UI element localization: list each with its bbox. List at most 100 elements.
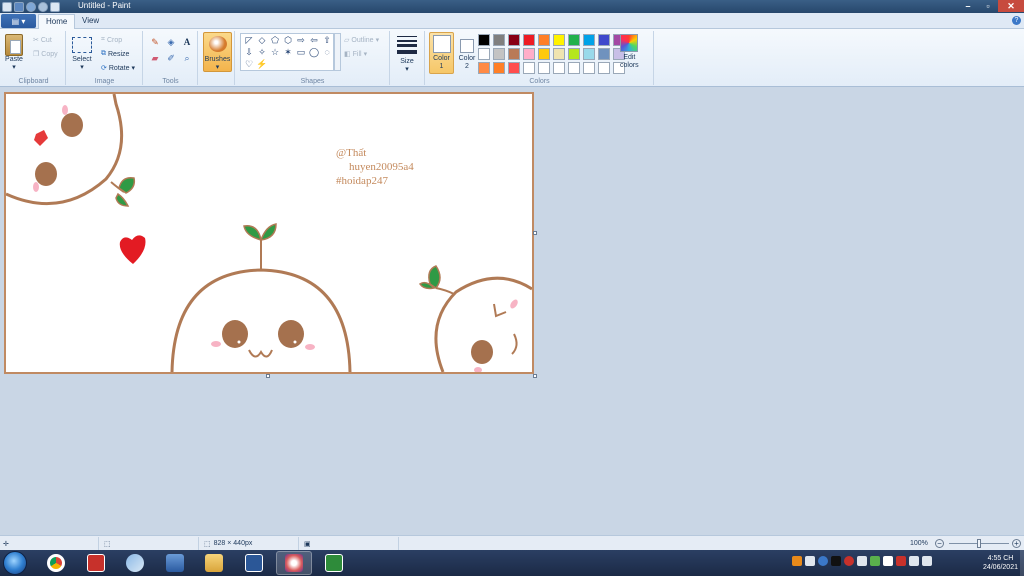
save-icon[interactable] xyxy=(14,1,24,12)
customize-toolbar-icon[interactable] xyxy=(50,1,60,12)
maximize-button[interactable]: ▫ xyxy=(978,0,998,12)
taskbar-app-8[interactable] xyxy=(316,551,352,575)
taskbar-app-2[interactable] xyxy=(78,551,114,575)
palette-swatch[interactable] xyxy=(538,48,550,60)
palette-swatch[interactable] xyxy=(493,34,505,46)
taskbar-app-4[interactable] xyxy=(157,551,193,575)
outline-button[interactable]: ▱ Outline ▾ xyxy=(344,36,379,45)
shape-option[interactable]: ◯ xyxy=(308,47,320,58)
close-button[interactable]: ✕ xyxy=(998,0,1024,12)
shapes-scrollbar[interactable] xyxy=(334,33,341,71)
fill-button[interactable]: ◧ Fill ▾ xyxy=(344,50,367,59)
undo-icon[interactable] xyxy=(26,1,36,12)
palette-swatch[interactable] xyxy=(568,48,580,60)
canvas-workspace[interactable]: @Thất huyen20095a4 #hoidap247 xyxy=(0,88,1024,534)
paint-app-icon[interactable] xyxy=(2,1,12,12)
palette-swatch[interactable] xyxy=(538,62,550,74)
tray-icon[interactable] xyxy=(805,556,815,566)
resize-handle-bottom[interactable] xyxy=(266,374,270,378)
redo-icon[interactable] xyxy=(38,1,48,12)
help-icon[interactable]: ? xyxy=(1012,16,1021,25)
volume-icon[interactable] xyxy=(922,556,932,566)
shape-option[interactable]: ⬠ xyxy=(269,35,281,46)
signal-icon[interactable] xyxy=(909,556,919,566)
palette-swatch[interactable] xyxy=(553,34,565,46)
palette-swatch[interactable] xyxy=(508,62,520,74)
palette-swatch[interactable] xyxy=(523,62,535,74)
shape-option[interactable]: ▭ xyxy=(295,47,307,58)
palette-swatch[interactable] xyxy=(598,34,610,46)
palette-swatch[interactable] xyxy=(598,62,610,74)
palette-swatch[interactable] xyxy=(508,48,520,60)
fill-bucket-icon[interactable]: ◈ xyxy=(165,36,177,48)
palette-swatch[interactable] xyxy=(508,34,520,46)
crop-button[interactable]: ⌗ Crop xyxy=(101,36,122,44)
color1-selector[interactable]: Color 1 xyxy=(429,32,454,74)
taskbar-word[interactable] xyxy=(236,551,272,575)
shape-option[interactable]: ⇨ xyxy=(295,35,307,46)
shape-option[interactable]: ⬡ xyxy=(282,35,294,46)
shape-option[interactable]: ◸ xyxy=(243,35,255,46)
palette-swatch[interactable] xyxy=(598,48,610,60)
drawing-canvas[interactable]: @Thất huyen20095a4 #hoidap247 xyxy=(4,92,534,374)
taskbar-explorer[interactable] xyxy=(196,551,232,575)
tab-home[interactable]: Home xyxy=(38,14,76,29)
rotate-button[interactable]: ⟳ Rotate ▾ xyxy=(101,64,135,73)
tray-icon[interactable] xyxy=(870,556,880,566)
size-button[interactable]: Size ▾ xyxy=(397,31,417,73)
edit-colors-button[interactable]: Edit colors xyxy=(620,34,639,70)
color-picker-icon[interactable]: ✐ xyxy=(165,52,177,64)
palette-swatch[interactable] xyxy=(568,34,580,46)
zoom-slider-thumb[interactable] xyxy=(977,539,981,548)
select-button[interactable]: Select ▾ xyxy=(72,34,92,71)
shape-option[interactable]: ✶ xyxy=(282,47,294,58)
palette-swatch[interactable] xyxy=(568,62,580,74)
palette-swatch[interactable] xyxy=(538,34,550,46)
tray-icon[interactable] xyxy=(792,556,802,566)
show-desktop-button[interactable] xyxy=(1020,550,1024,576)
eraser-icon[interactable]: ▰ xyxy=(149,52,161,64)
palette-swatch[interactable] xyxy=(493,62,505,74)
palette-swatch[interactable] xyxy=(553,62,565,74)
shape-option[interactable]: ♡ xyxy=(243,59,255,70)
cut-button[interactable]: ✂ Cut xyxy=(33,36,52,45)
pencil-icon[interactable]: ✎ xyxy=(149,36,161,48)
palette-swatch[interactable] xyxy=(553,48,565,60)
magnifier-icon[interactable]: ⌕ xyxy=(181,52,193,64)
copy-button[interactable]: ❐ Copy xyxy=(33,50,58,59)
file-menu-button[interactable]: ▤ ▾ xyxy=(1,14,36,28)
palette-swatch[interactable] xyxy=(583,34,595,46)
shape-option[interactable]: ✧ xyxy=(256,47,268,58)
tray-icon[interactable] xyxy=(844,556,854,566)
palette-swatch[interactable] xyxy=(523,34,535,46)
tray-icon[interactable] xyxy=(896,556,906,566)
shape-option[interactable]: ⇩ xyxy=(243,47,255,58)
palette-swatch[interactable] xyxy=(523,48,535,60)
shape-option[interactable]: ◇ xyxy=(256,35,268,46)
shape-option[interactable]: ⚡ xyxy=(256,59,268,70)
resize-handle-right[interactable] xyxy=(533,231,537,235)
resize-handle-corner[interactable] xyxy=(533,374,537,378)
paste-button[interactable]: Paste ▾ xyxy=(5,34,23,71)
resize-button[interactable]: ⧉ Resize xyxy=(101,50,129,58)
tray-icon[interactable] xyxy=(818,556,828,566)
taskbar-paint[interactable] xyxy=(276,551,312,575)
palette-swatch[interactable] xyxy=(478,48,490,60)
shape-option[interactable]: ◌ xyxy=(321,47,333,58)
palette-swatch[interactable] xyxy=(583,62,595,74)
palette-swatch[interactable] xyxy=(478,34,490,46)
palette-swatch[interactable] xyxy=(583,48,595,60)
brushes-button[interactable]: Brushes ▾ xyxy=(203,32,232,72)
color2-selector[interactable]: Color 2 xyxy=(456,37,478,71)
shape-option[interactable]: ⇧ xyxy=(321,35,333,46)
shape-option[interactable]: ⇦ xyxy=(308,35,320,46)
tab-view[interactable]: View xyxy=(75,14,106,29)
palette-swatch[interactable] xyxy=(478,62,490,74)
shape-option[interactable]: ☆ xyxy=(269,47,281,58)
zoom-out-button[interactable]: − xyxy=(935,539,944,548)
clock[interactable]: 4:55 CH 24/06/2021 xyxy=(983,554,1018,572)
taskbar-app-3[interactable] xyxy=(117,551,153,575)
flag-icon[interactable] xyxy=(883,556,893,566)
zoom-in-button[interactable]: + xyxy=(1012,539,1021,548)
start-button[interactable] xyxy=(3,551,27,575)
